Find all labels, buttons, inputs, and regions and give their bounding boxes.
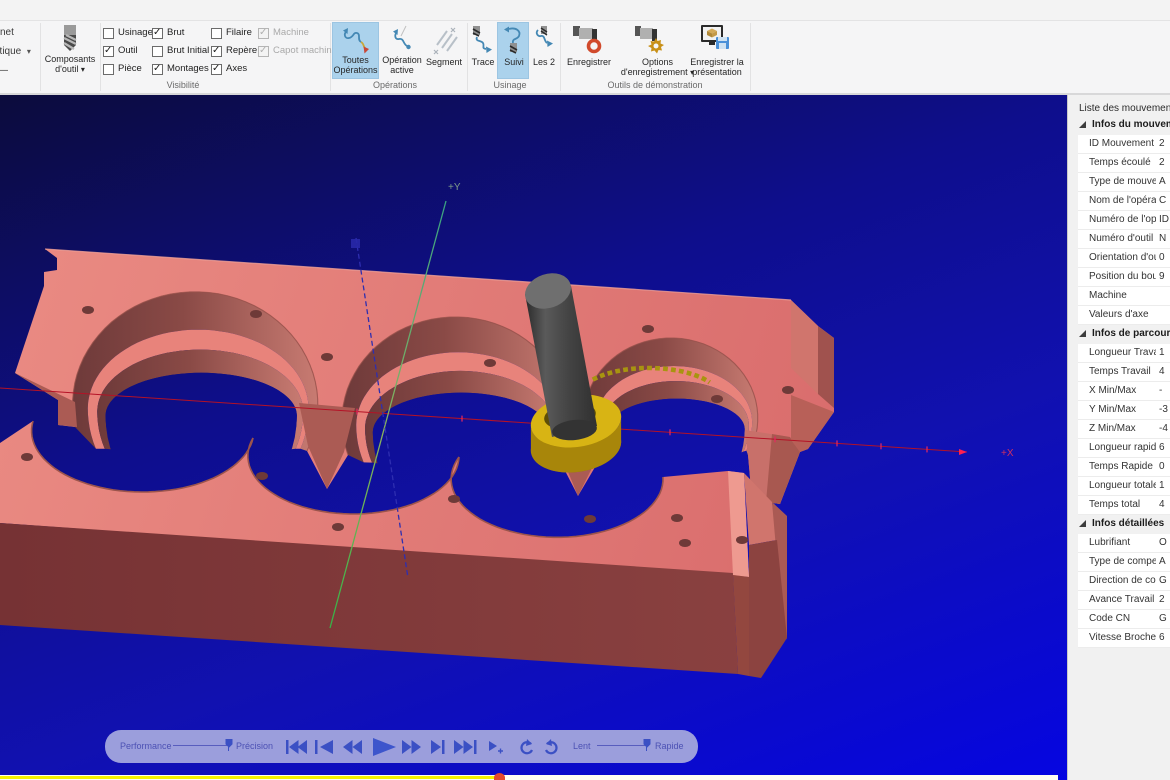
- svg-text:+X: +X: [1001, 448, 1014, 459]
- svg-text:+Y: +Y: [448, 182, 461, 193]
